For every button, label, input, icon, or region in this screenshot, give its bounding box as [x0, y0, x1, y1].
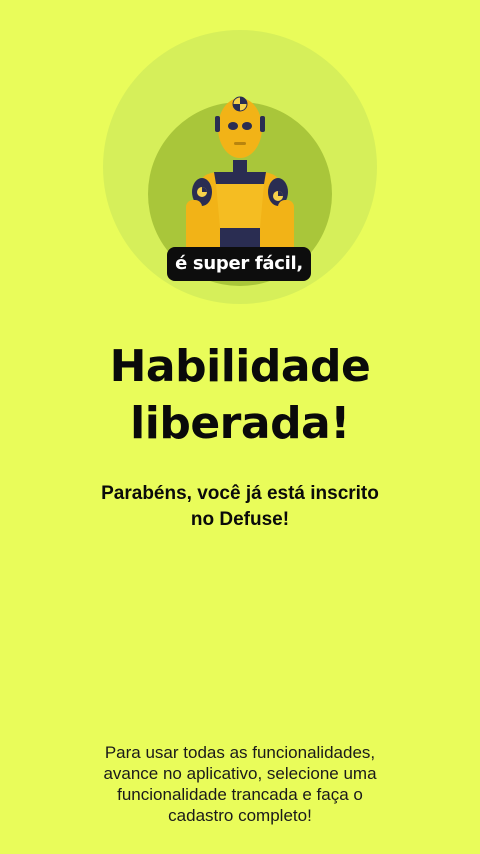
footer-line-4: cadastro completo! — [168, 806, 312, 825]
footer-line-2: avance no aplicativo, selecione uma — [103, 764, 377, 783]
footer-line-1: Para usar todas as funcionalidades, — [104, 743, 376, 762]
page-subtitle: Parabéns, você já está inscrito no Defus… — [60, 481, 420, 533]
footer-line-3: funcionalidade trancada e faça o — [117, 785, 363, 804]
title-line-1: Habilidade — [109, 341, 371, 392]
hero-caption: é super fácil, — [167, 247, 311, 281]
footer-instructions: Para usar todas as funcionalidades, avan… — [70, 742, 410, 826]
page-title: Habilidade liberada! — [40, 338, 440, 452]
title-line-2: liberada! — [130, 398, 350, 449]
subtitle-line-2: no Defuse! — [190, 509, 290, 530]
subtitle-line-1: Parabéns, você já está inscrito — [101, 483, 379, 504]
